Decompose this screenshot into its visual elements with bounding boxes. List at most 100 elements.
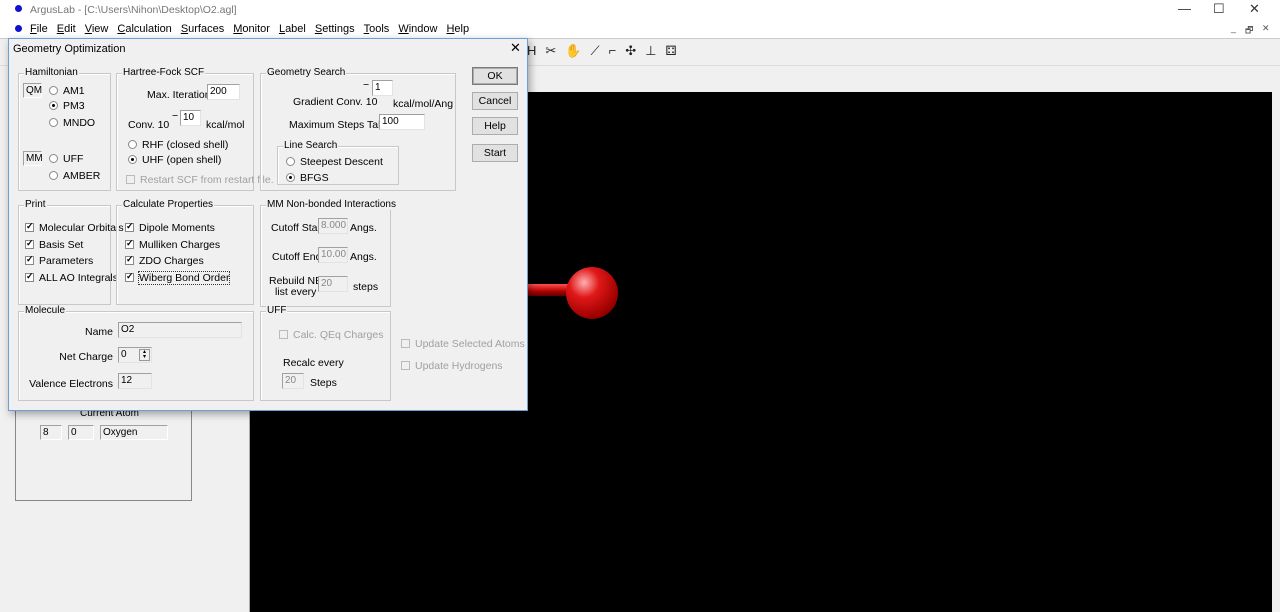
molecule-group: Molecule Name O2 Net Charge 0 ▴ ▾ Valence… [18,305,254,401]
window-title: ArgusLab - [C:\Users\Nihon\Desktop\O2.ag… [30,4,237,16]
dialog-title: Geometry Optimization [13,43,126,55]
menu-view[interactable]: View [85,23,109,35]
geometry-search-group: Geometry Search − 1 Gradient Conv. 10 kc… [260,67,456,191]
checkbox-wiberg-bond-order[interactable]: Wiberg Bond Order [125,270,231,285]
checkbox-parameters[interactable]: Parameters [25,254,93,267]
ok-button[interactable]: OK [472,67,518,85]
menu-file[interactable]: File [30,23,48,35]
conv-unit: kcal/mol [206,119,245,131]
calc-qeq-checkbox[interactable]: Calc. QEq Charges [279,329,383,341]
cutoff-end-label: Cutoff End [272,251,322,263]
toolbar-tool-2-icon[interactable]: ✋ [565,43,581,58]
net-charge-input[interactable]: 0 ▴ ▾ [118,347,152,363]
geometry-optimization-dialog: Geometry Optimization ✕ OK Cancel Help S… [8,38,528,411]
max-steps-input[interactable]: 100 [379,114,425,130]
update-selected-atoms-checkbox[interactable]: Update Selected Atoms [401,338,525,350]
menu-window[interactable]: Window [398,23,437,35]
uff-legend: UFF [266,305,288,316]
minimize-button[interactable]: — [1178,1,1191,16]
valence-electrons-input[interactable]: 12 [118,373,152,389]
cancel-button[interactable]: Cancel [472,92,518,110]
mm-nonbonded-group: MM Non-bonded Interactions Cutoff Start … [260,199,397,307]
scrollbar[interactable] [1272,92,1280,612]
radio-pm3[interactable]: PM3 [49,100,85,112]
max-iterations-input[interactable]: 200 [207,84,240,100]
print-legend: Print [24,199,47,210]
toolbar-tool-0-icon[interactable]: H [527,43,536,58]
toolbar-tool-6-icon[interactable]: ⊥ [645,43,656,58]
calculate-properties-group: Calculate Properties Dipole Moments Mulli… [116,199,254,305]
maximize-button[interactable]: ☐ [1213,1,1225,17]
help-button[interactable]: Help [472,117,518,135]
current-atom-group: Current Atom 8 0 Oxygen [15,402,192,501]
oxygen-atom[interactable] [566,267,618,319]
checkbox-basis-set[interactable]: Basis Set [25,238,83,251]
net-charge-label: Net Charge [59,351,113,363]
update-hydrogens-checkbox[interactable]: Update Hydrogens [401,360,503,372]
gradient-conv-label: Gradient Conv. 10 [293,96,378,108]
steps-label: steps [353,281,379,293]
mdi-minimize-button[interactable]: _ [1231,23,1236,33]
restart-scf-checkbox[interactable]: Restart SCF from restart file. [126,174,274,186]
atom-charge-field[interactable]: 0 [68,425,94,440]
dialog-close-button[interactable]: ✕ [510,40,521,56]
radio-steepest-descent[interactable]: Steepest Descent [286,156,383,168]
uff-group: UFF Calc. QEq Charges Recalc every 20 St… [260,305,391,401]
element-field[interactable]: Oxygen [100,425,168,440]
radio-uhf[interactable]: UHF (open shell) [128,154,221,166]
rebuild-label-2: list every [275,286,317,298]
gradient-exponent-input[interactable]: 1 [372,80,393,96]
checkbox-zdo-charges[interactable]: ZDO Charges [125,254,204,267]
radio-am1[interactable]: AM1 [49,85,85,97]
menu-label[interactable]: Label [279,23,306,35]
max-iterations-label: Max. Iterations [147,89,216,101]
menu-settings[interactable]: Settings [315,23,355,35]
checkbox-dipole-moments[interactable]: Dipole Moments [125,221,215,234]
geom-legend: Geometry Search [266,67,347,78]
menu-calculation[interactable]: Calculation [117,23,171,35]
rebuild-input[interactable]: 20 [318,276,348,292]
toolbar-tool-4-icon[interactable]: ⌐ [609,43,617,58]
line-search-group: Line Search Steepest Descent BFGS [277,140,399,185]
cutoff-start-label: Cutoff Start [271,222,324,234]
net-charge-spinner[interactable]: ▴ ▾ [139,349,150,361]
menu-monitor[interactable]: Monitor [233,23,270,35]
menu-bar: File Edit View Calculation Surfaces Monitor La… [0,20,1280,38]
radio-rhf[interactable]: RHF (closed shell) [128,139,228,151]
atomic-number-field[interactable]: 8 [40,425,62,440]
recalc-label: Recalc every [283,357,344,369]
conv-exponent-input[interactable]: 10 [180,110,201,126]
menu-help[interactable]: Help [446,23,469,35]
hf-legend: Hartree-Fock SCF [122,67,206,78]
checkbox-all-ao-integrals[interactable]: ALL AO Integrals [25,271,118,284]
start-button[interactable]: Start [472,144,518,162]
hamiltonian-legend: Hamiltonian [24,67,79,78]
radio-mndo[interactable]: MNDO [49,117,95,129]
cutoff-end-input[interactable]: 10.00 [318,247,348,263]
molecule-name-input[interactable]: O2 [118,322,242,338]
title-bar: ArgusLab - [C:\Users\Nihon\Desktop\O2.ag… [0,0,1280,20]
close-button[interactable]: ✕ [1249,1,1260,17]
gradient-unit: kcal/mol/Ang [393,98,454,110]
conv-label: Conv. 10 [128,119,170,131]
cutoff-start-input[interactable]: 8.000 [318,218,348,234]
toolbar-tool-1-icon[interactable]: ✂ [545,43,556,58]
mm-label: MM [23,151,43,166]
mdi-restore-button[interactable]: 🗗 [1245,23,1253,39]
menu-edit[interactable]: Edit [57,23,76,35]
checkbox-mulliken-charges[interactable]: Mulliken Charges [125,238,220,251]
hartree-fock-group: Hartree-Fock SCF Max. Iterations 200 Con… [116,67,274,191]
toolbar-tool-3-icon[interactable]: ⟋ [590,43,599,58]
checkbox-molecular-orbitals[interactable]: Molecular Orbitals [25,221,124,234]
toolbar-tool-5-icon[interactable]: ✣ [625,43,636,58]
radio-amber[interactable]: AMBER [49,170,100,182]
radio-bfgs[interactable]: BFGS [286,172,329,184]
radio-uff[interactable]: UFF [49,153,83,165]
menu-tools[interactable]: Tools [364,23,390,35]
mm-legend: MM Non-bonded Interactions [266,199,397,210]
print-group: Print Molecular Orbitals Basis Set Paramet… [18,199,124,305]
menu-surfaces[interactable]: Surfaces [181,23,224,35]
toolbar-tool-7-icon[interactable]: ⚃ [665,43,676,58]
recalc-input[interactable]: 20 [282,373,304,389]
mdi-close-button[interactable]: ✕ [1262,23,1270,34]
